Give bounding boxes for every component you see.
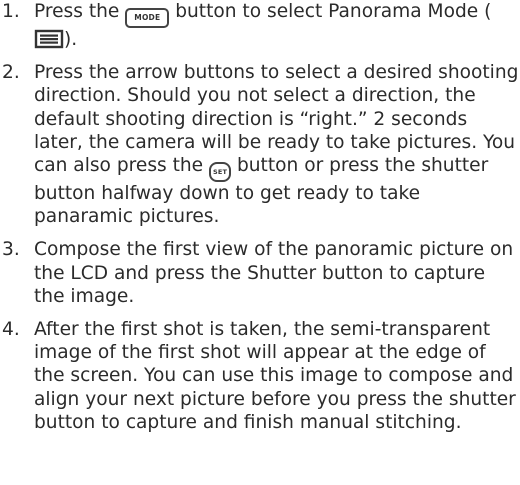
step-1: 1. Press the MODE button to select Panor… [0,0,520,51]
step-3: 3. Compose the first view of the panoram… [0,238,520,308]
step-text: ). [64,29,78,50]
step-text: Press the [34,1,126,22]
mode-button-icon: MODE [125,8,170,28]
step-number: 2. [2,62,20,84]
step-number: 3. [2,239,20,261]
panorama-icon [34,29,64,49]
step-text: Compose the first view of the panoramic … [34,239,514,307]
instruction-list: 1. Press the MODE button to select Panor… [0,0,520,434]
step-2: 2. Press the arrow buttons to select a d… [0,61,520,228]
step-number: 1. [2,1,20,22]
step-number: 4. [2,319,20,341]
step-text: button to select Panorama Mode ( [169,1,492,22]
step-4: 4. After the first shot is taken, the se… [0,318,520,434]
step-text: After the first shot is taken, the semi-… [34,319,516,433]
set-button-icon: SET [209,162,232,183]
